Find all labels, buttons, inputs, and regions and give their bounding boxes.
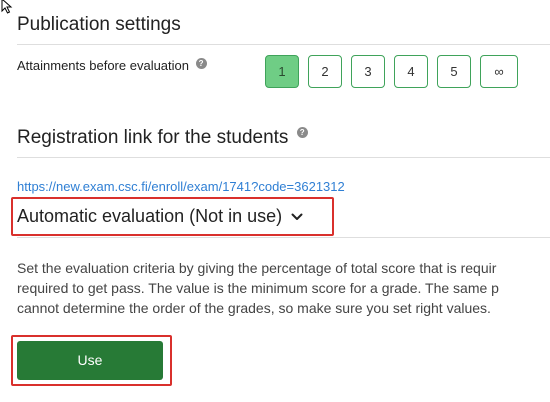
question-icon[interactable]: ? (296, 127, 308, 138)
divider (17, 157, 550, 158)
highlight-box (11, 335, 172, 386)
attainment-option-3[interactable]: 3 (351, 55, 385, 88)
mouse-cursor-icon (1, 0, 13, 14)
attainment-option-5[interactable]: 5 (437, 55, 471, 88)
highlight-box (11, 197, 334, 236)
description-line: Set the evaluation criteria by giving th… (17, 260, 497, 276)
attainment-option-infinite[interactable]: ∞ (480, 55, 518, 88)
attainment-option-1[interactable]: 1 (265, 55, 299, 88)
attainment-option-2[interactable]: 2 (308, 55, 342, 88)
attainment-option-4[interactable]: 4 (394, 55, 428, 88)
registration-link[interactable]: https://new.exam.csc.fi/enroll/exam/1741… (17, 179, 345, 194)
description-line: cannot determine the order of the grades… (17, 300, 491, 316)
description-line: required to get pass. The value is the m… (17, 280, 499, 296)
attainments-label: Attainments before evaluation ? (17, 58, 207, 73)
question-icon[interactable]: ? (195, 58, 207, 69)
divider (17, 237, 550, 238)
evaluation-description: Set the evaluation criteria by giving th… (17, 258, 550, 318)
publication-settings-title: Publication settings (17, 14, 181, 35)
registration-link-title: Registration link for the students ? (17, 127, 308, 149)
exam-settings-page: Publication settings Attainments before … (0, 0, 550, 402)
divider (17, 44, 550, 45)
